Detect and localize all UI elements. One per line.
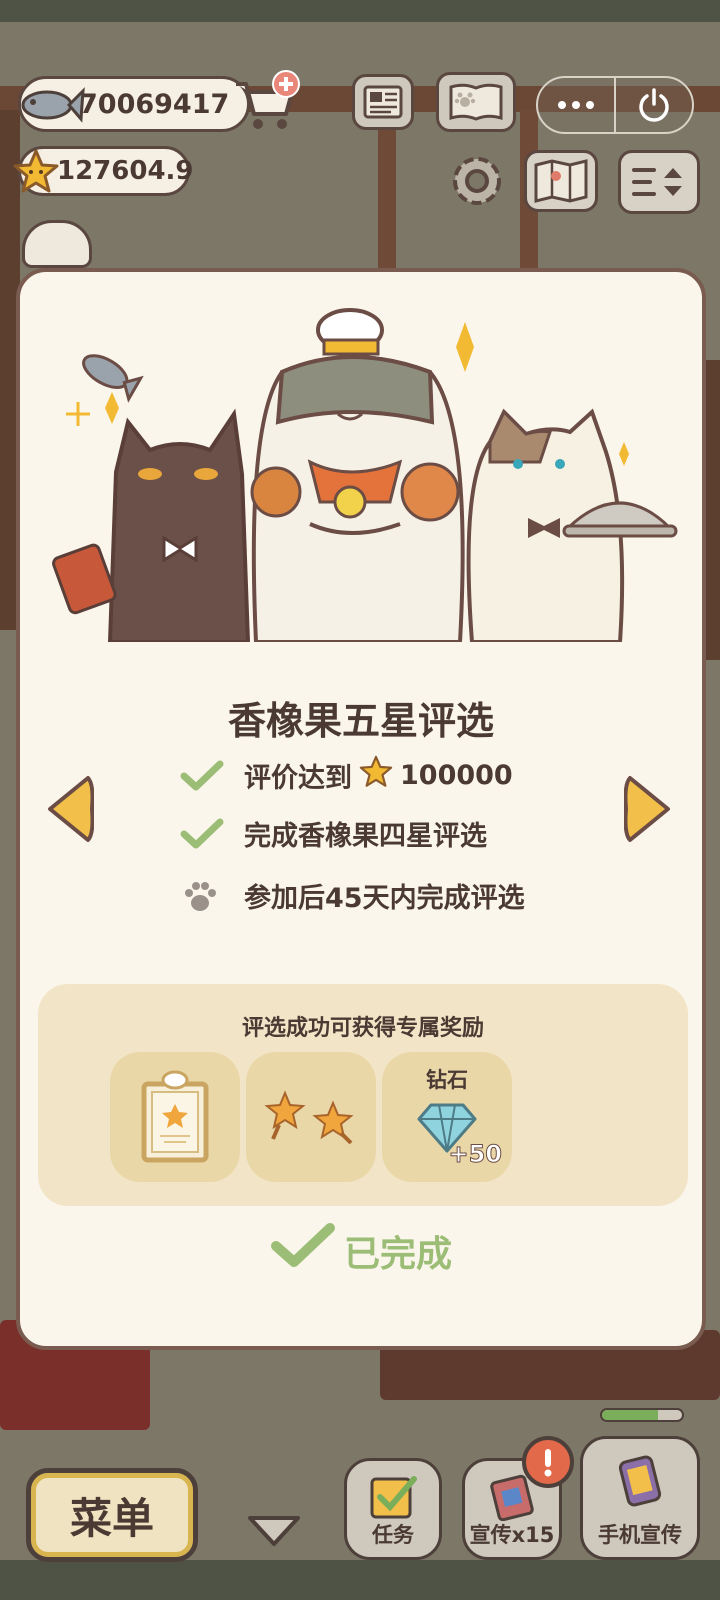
- wood-post: [378, 110, 396, 270]
- next-arrow-button[interactable]: [623, 772, 674, 846]
- sort-toggle-icon: [632, 168, 682, 196]
- menu-label: 菜单: [69, 1493, 154, 1543]
- floor-strip: [0, 1560, 720, 1600]
- fish-count: 70069417: [79, 88, 230, 120]
- previous-arrow-button[interactable]: [44, 772, 95, 846]
- completed-status-label: 已完成: [343, 1233, 452, 1275]
- fish-currency-pill: 70069417: [18, 76, 250, 132]
- reward-star-badges[interactable]: [246, 1052, 376, 1182]
- task-checklist-icon: [370, 1476, 417, 1519]
- layout-toggle-button[interactable]: [618, 150, 700, 214]
- star-rating-value: 127604.9: [57, 156, 194, 186]
- requirement-four-star-label: 完成香橡果四星评选: [244, 821, 487, 852]
- star-badges-icon: [264, 1090, 354, 1145]
- star-icon: [11, 147, 61, 201]
- star-icon: [358, 754, 394, 797]
- close-app-button[interactable]: [616, 78, 692, 132]
- requirement-four-star: 完成香橡果四星评选: [180, 814, 487, 853]
- newspaper-button[interactable]: [352, 74, 414, 130]
- task-button[interactable]: 任务: [344, 1458, 442, 1560]
- arrow-right-icon: [623, 776, 670, 842]
- reward-certificate[interactable]: [110, 1052, 240, 1182]
- phone-promo-label: 手机宣传: [598, 1523, 682, 1547]
- mini-program-capsule: [536, 76, 694, 134]
- rating-modal: 香橡果五星评选 评价达到 100000 完成香橡果四星评选 参加后45天内完成评…: [16, 268, 706, 1350]
- chevron-down-icon: [248, 1516, 300, 1546]
- newspaper-icon: [363, 85, 403, 119]
- chef-cats-illustration: [20, 302, 702, 644]
- requirement-time-limit: 参加后45天内完成评选: [180, 876, 525, 915]
- phone-promo-icon: [618, 1455, 662, 1507]
- fish-icon: [15, 79, 85, 135]
- rewards-panel: 评选成功可获得专属奖励 钻石 +50: [38, 984, 688, 1206]
- shop-cart-button[interactable]: [232, 70, 302, 134]
- reward-diamond[interactable]: 钻石 +50: [382, 1052, 512, 1182]
- progress-fill: [602, 1410, 658, 1420]
- map-button[interactable]: [524, 150, 598, 212]
- reward-diamond-amount: +50: [448, 1140, 503, 1169]
- rewards-title: 评选成功可获得专属奖励: [241, 1016, 484, 1041]
- paw-book-icon: [449, 83, 503, 121]
- paw-icon: [180, 879, 230, 913]
- gear-icon: [453, 157, 501, 205]
- requirement-time-limit-label: 参加后45天内完成评选: [244, 883, 525, 914]
- top-strip: [0, 0, 720, 22]
- catbook-button[interactable]: [436, 72, 516, 132]
- reward-diamond-label: 钻石: [426, 1068, 468, 1092]
- alert-badge-icon: [522, 1436, 574, 1488]
- modal-title: 香橡果五星评选: [227, 699, 494, 743]
- star-rating-pill: 127604.9: [13, 146, 194, 196]
- check-icon: [180, 759, 230, 793]
- cart-plus-icon: [236, 70, 300, 129]
- requirement-rating-value: 100000: [400, 760, 513, 791]
- menu-button[interactable]: 菜单: [26, 1468, 198, 1562]
- requirement-rating-label: 评价达到: [244, 763, 352, 794]
- progress-strip: [600, 1408, 684, 1422]
- task-label: 任务: [372, 1523, 414, 1547]
- arrow-left-icon: [48, 776, 95, 842]
- more-dots-icon: [558, 101, 594, 109]
- more-options-button[interactable]: [538, 78, 616, 132]
- requirement-rating: 评价达到 100000: [180, 754, 513, 797]
- map-icon: [534, 159, 588, 203]
- background-cat: [22, 220, 92, 268]
- settings-gear-button[interactable]: [446, 150, 508, 212]
- completed-status: 已完成: [20, 1222, 702, 1279]
- phone-promo-button[interactable]: 手机宣传: [580, 1436, 700, 1560]
- power-icon: [639, 88, 669, 122]
- check-icon: [270, 1222, 336, 1279]
- check-icon: [180, 817, 230, 851]
- collapse-chevron-button[interactable]: [244, 1510, 304, 1550]
- promo-label: 宣传x15: [469, 1523, 555, 1547]
- certificate-frame-icon: [141, 1070, 209, 1163]
